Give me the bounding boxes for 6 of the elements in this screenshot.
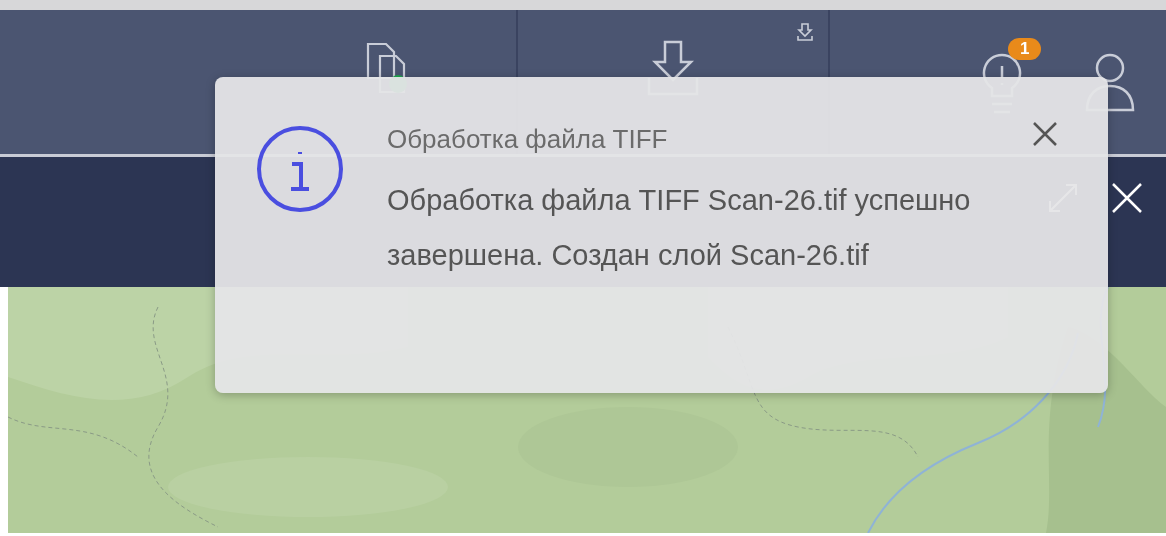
notification-message: Обработка файла TIFF Scan-26.tif успешно завершена. Создан слой Scan-26.tif	[387, 183, 972, 273]
close-icon[interactable]	[1032, 121, 1058, 147]
info-icon	[255, 124, 345, 214]
notification-title: Обработка файла TIFF	[387, 123, 669, 156]
notification-badge: 1	[1008, 38, 1042, 60]
download-icon[interactable]	[796, 22, 814, 42]
